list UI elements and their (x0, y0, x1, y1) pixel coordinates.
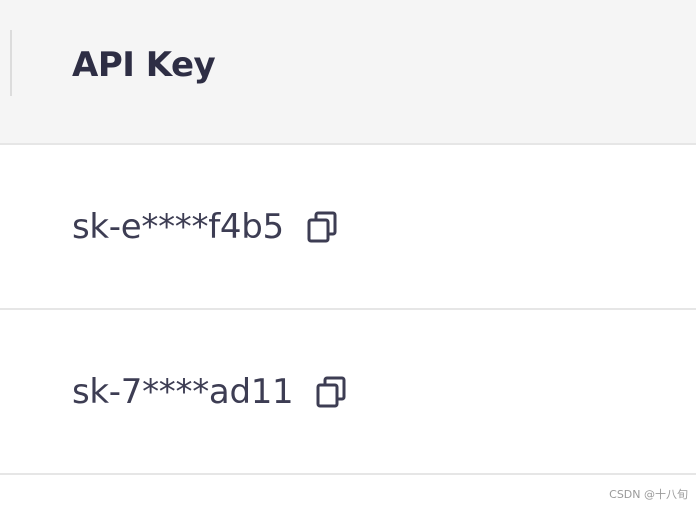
copy-icon[interactable] (304, 209, 340, 245)
api-key-value: sk-7****ad11 (72, 372, 294, 412)
column-resize-divider[interactable] (10, 30, 12, 96)
table-row: sk-e****f4b5 (0, 145, 696, 310)
table-header: API Key (0, 0, 696, 145)
api-key-cell: sk-7****ad11 (72, 369, 349, 415)
api-key-value: sk-e****f4b5 (72, 207, 284, 247)
table-row: sk-7****ad11 (0, 310, 696, 475)
watermark: CSDN @十八旬 (609, 488, 688, 501)
column-header-api-key: API Key (72, 45, 216, 85)
copy-icon[interactable] (313, 374, 349, 410)
api-key-cell: sk-e****f4b5 (72, 204, 340, 250)
